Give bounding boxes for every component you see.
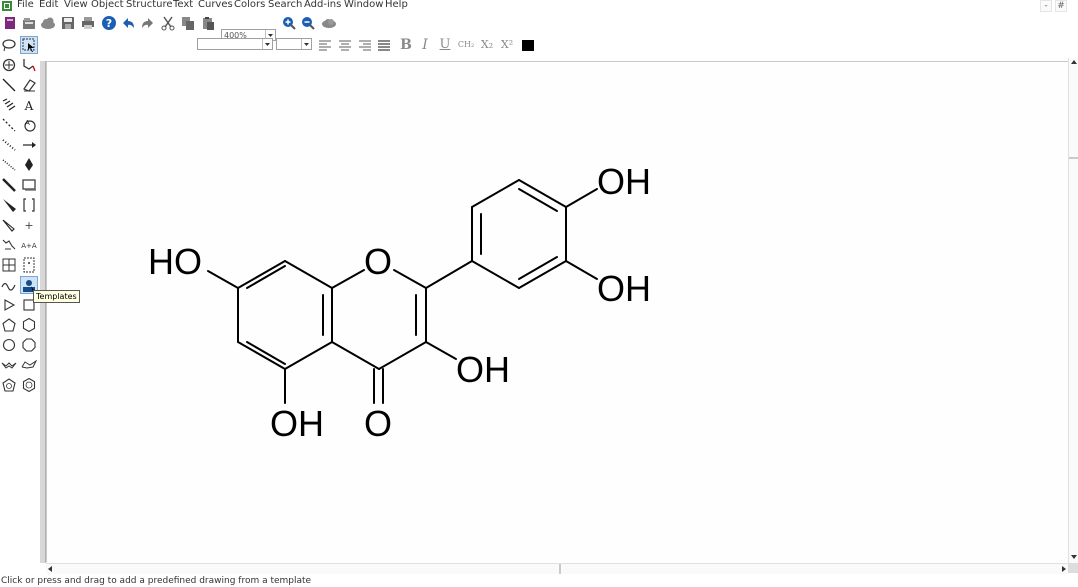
restore-button[interactable]: # xyxy=(1055,0,1067,12)
zoom-fit-icon[interactable] xyxy=(321,15,337,31)
new-icon[interactable] xyxy=(2,15,18,31)
menu-bar: File Edit View Object Structure Text Cur… xyxy=(0,0,1078,12)
redo-icon[interactable] xyxy=(140,15,156,31)
pen-icon[interactable] xyxy=(21,157,37,173)
svg-text:?: ? xyxy=(106,17,112,30)
atom-query-icon[interactable]: A xyxy=(21,117,37,133)
open-icon[interactable] xyxy=(21,15,37,31)
status-text: Click or press and drag to add a predefi… xyxy=(1,576,312,586)
menu-edit[interactable]: Edit xyxy=(39,0,58,11)
cloud-open-icon[interactable] xyxy=(40,15,56,31)
help-icon[interactable]: ? xyxy=(101,15,117,31)
scroll-up-icon[interactable] xyxy=(1071,60,1077,64)
menu-colors[interactable]: Colors xyxy=(234,0,265,11)
table-icon[interactable] xyxy=(1,257,17,273)
superscript-button[interactable]: X² xyxy=(498,37,516,53)
lasso-icon[interactable] xyxy=(1,37,17,53)
resize-grip[interactable] xyxy=(1068,563,1078,573)
cut-icon[interactable] xyxy=(160,15,176,31)
menu-file[interactable]: File xyxy=(17,0,34,11)
menu-window[interactable]: Window xyxy=(344,0,383,11)
wedge-hashed-bond-icon[interactable] xyxy=(1,157,17,173)
svg-text:A: A xyxy=(25,119,30,127)
hashed-bond-icon[interactable] xyxy=(1,97,17,113)
tlc-plate-icon[interactable] xyxy=(21,257,37,273)
wide-bond-icon[interactable] xyxy=(1,217,17,233)
subscript-button[interactable]: X₂ xyxy=(478,37,496,53)
align-center-icon[interactable] xyxy=(337,37,353,53)
scroll-left-icon[interactable] xyxy=(48,566,52,572)
wedge-bond-icon[interactable] xyxy=(1,197,17,213)
hexagon-icon[interactable] xyxy=(21,317,37,333)
benzene-icon[interactable] xyxy=(1,377,17,393)
octagon-icon[interactable] xyxy=(21,337,37,353)
eraser-icon[interactable] xyxy=(21,77,37,93)
menu-help[interactable]: Help xyxy=(385,0,408,11)
heptagon-icon[interactable] xyxy=(1,337,17,353)
svg-text:A+A: A+A xyxy=(21,242,37,250)
chain-icon[interactable] xyxy=(21,57,37,73)
justify-icon[interactable] xyxy=(376,37,392,53)
menu-add-ins[interactable]: Add-ins xyxy=(304,0,341,11)
menu-search[interactable]: Search xyxy=(268,0,302,11)
curve-icon[interactable] xyxy=(1,277,17,293)
text-tool-icon[interactable]: A xyxy=(21,97,37,113)
scroll-down-icon[interactable] xyxy=(1071,555,1077,559)
benzene-ring-icon[interactable] xyxy=(21,377,37,393)
dashed-bond-icon[interactable] xyxy=(1,117,17,133)
cyclohexane-boat-icon[interactable] xyxy=(21,357,37,373)
single-bond-icon[interactable] xyxy=(1,77,17,93)
font-size-select[interactable] xyxy=(276,38,312,50)
status-bar: Click or press and drag to add a predefi… xyxy=(0,575,1078,587)
menu-structure[interactable]: Structure xyxy=(126,0,173,11)
pentagon-icon[interactable] xyxy=(1,317,17,333)
triangle-icon[interactable] xyxy=(1,297,17,313)
copy-icon[interactable] xyxy=(180,15,196,31)
svg-text:A: A xyxy=(24,99,34,113)
zoom-out-icon[interactable] xyxy=(300,15,316,31)
chevron-down-icon xyxy=(301,39,311,49)
align-left-icon[interactable] xyxy=(317,37,333,53)
text-toolbar: B I U CH₂ X₂ X² xyxy=(46,35,1076,55)
bold-bond-icon[interactable] xyxy=(1,177,17,193)
menu-view[interactable]: View xyxy=(64,0,88,11)
arrow-icon[interactable] xyxy=(21,137,37,153)
cyclohexane-chair-icon[interactable] xyxy=(1,357,17,373)
zoom-in-icon[interactable] xyxy=(281,15,297,31)
bold-button[interactable]: B xyxy=(398,37,414,53)
menu-curves[interactable]: Curves xyxy=(198,0,233,11)
italic-button[interactable]: I xyxy=(417,37,433,53)
rectangle-icon[interactable] xyxy=(21,177,37,193)
chemical-formula-button[interactable]: CH₂ xyxy=(457,37,475,53)
text-color-icon[interactable] xyxy=(520,37,536,53)
tooltip: Templates xyxy=(33,290,80,303)
scroll-right-icon[interactable] xyxy=(1062,566,1066,572)
paste-icon[interactable] xyxy=(200,15,216,31)
underline-button[interactable]: U xyxy=(437,37,453,53)
horizontal-scrollbar[interactable] xyxy=(46,563,1068,574)
undo-icon[interactable] xyxy=(120,15,136,31)
tool-palette: A A + A+A xyxy=(0,35,40,395)
chevron-down-icon xyxy=(262,39,272,49)
bracket-icon[interactable] xyxy=(21,197,37,213)
vertical-scrollbar[interactable] xyxy=(1068,58,1078,563)
app-icon xyxy=(2,1,12,11)
print-icon[interactable] xyxy=(80,15,96,31)
svg-text:+: + xyxy=(24,219,33,232)
drawing-canvas[interactable] xyxy=(46,61,1069,562)
align-right-icon[interactable] xyxy=(357,37,373,53)
menu-object[interactable]: Object xyxy=(91,0,124,11)
main-toolbar: ? 400% xyxy=(0,13,1078,41)
menu-text[interactable]: Text xyxy=(173,0,193,11)
save-icon[interactable] xyxy=(60,15,76,31)
reaction-icon[interactable] xyxy=(1,237,17,253)
minimize-button[interactable]: - xyxy=(1040,0,1052,12)
atom-map-icon[interactable]: A+A xyxy=(21,237,37,253)
select-icon[interactable] xyxy=(20,36,38,54)
font-name-select[interactable] xyxy=(197,38,273,50)
bold-hashed-bond-icon[interactable] xyxy=(1,137,17,153)
rotate-icon[interactable] xyxy=(1,57,17,73)
charge-icon[interactable]: + xyxy=(21,217,37,233)
